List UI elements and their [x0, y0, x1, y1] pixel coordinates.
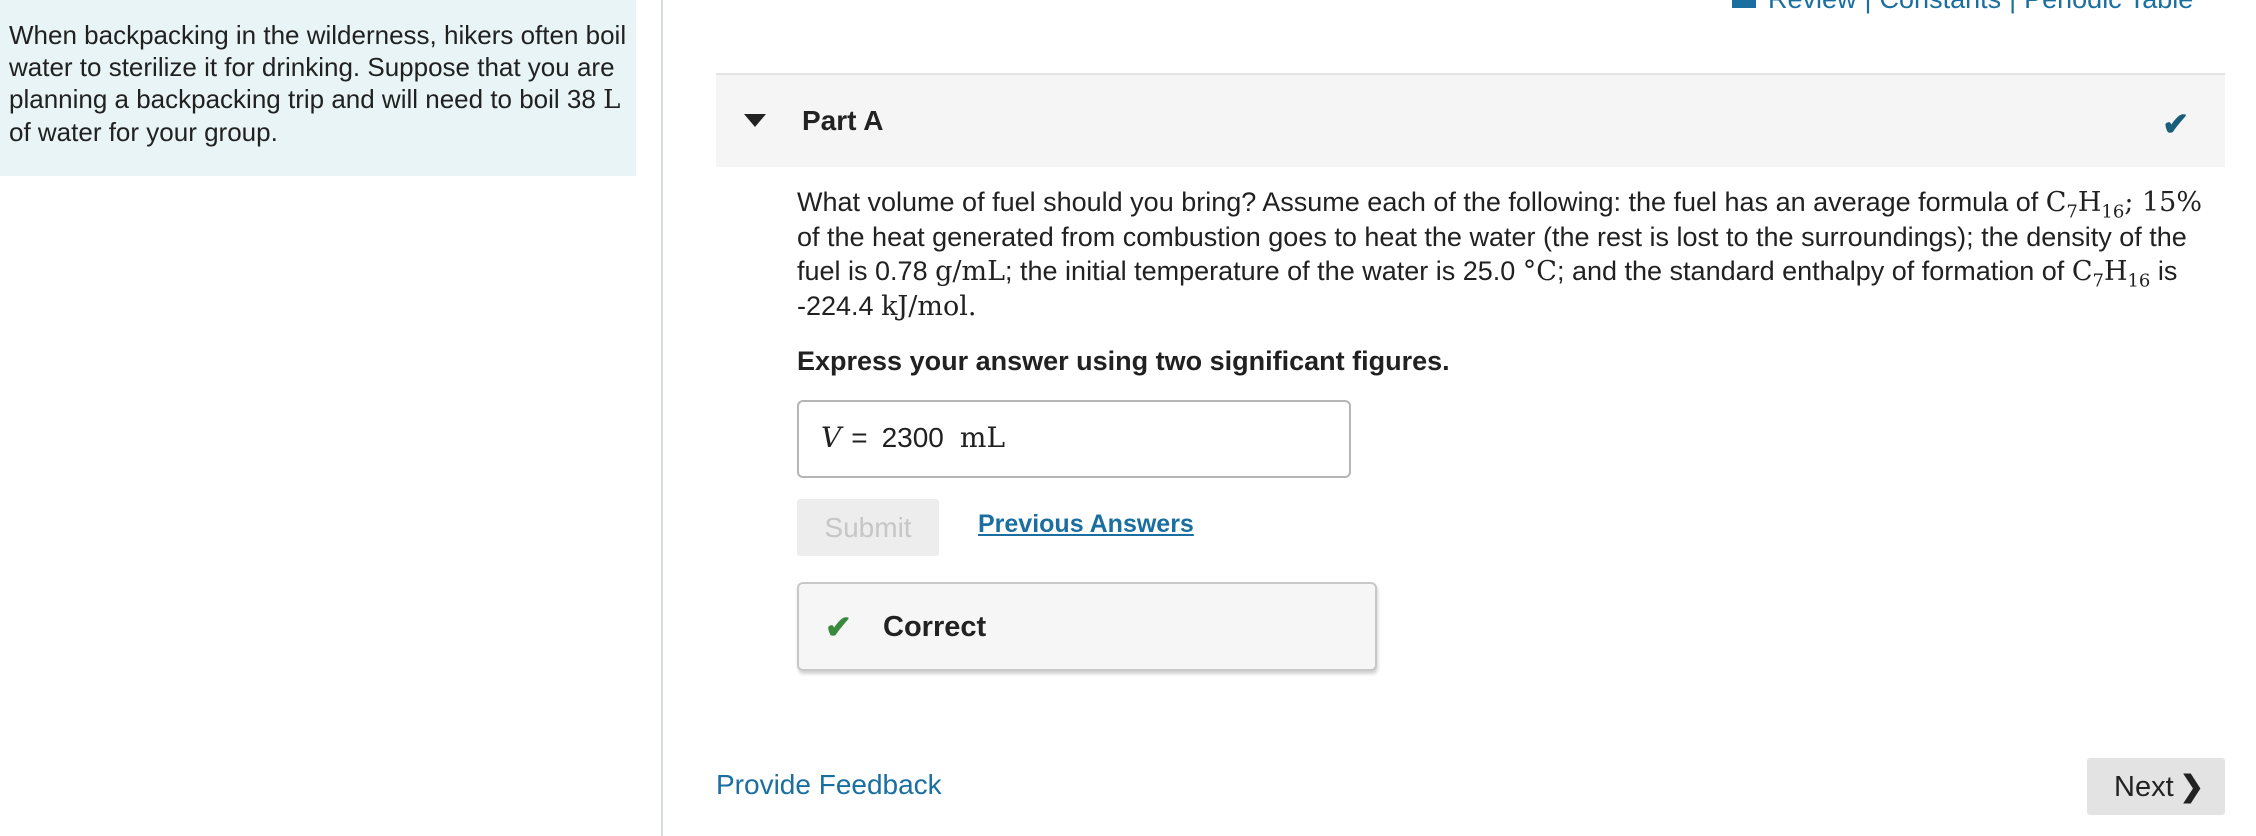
enthalpy-unit: kJ/mol: [881, 291, 968, 322]
formula-hydrogen: H: [2077, 187, 2102, 218]
formula-carbon-subscript: 7: [2092, 270, 2104, 292]
constants-link[interactable]: Constants: [1880, 0, 2002, 14]
answer-variable: V: [821, 421, 842, 454]
question-segment: ; and the standard enthalpy of formation…: [1556, 256, 2072, 286]
resource-separator: |: [1865, 0, 1872, 14]
periodic-table-link[interactable]: Periodic Table: [2024, 0, 2193, 14]
page: When backpacking in the wilderness, hike…: [0, 0, 2256, 836]
density-unit: g/mL: [935, 256, 1006, 287]
answer-equals: =: [851, 422, 868, 453]
percent-sign: %: [2176, 187, 2203, 218]
next-label: Next: [2114, 771, 2174, 803]
fuel-formula: C7H16: [2071, 256, 2151, 290]
temperature-unit: °C: [1522, 256, 1557, 287]
answer-field[interactable]: V = 2300 mL: [797, 400, 1351, 478]
review-link[interactable]: Review: [1768, 0, 1857, 14]
question-segment: .: [967, 291, 977, 322]
intro-unit: L: [603, 85, 621, 115]
answer-unit: mL: [959, 421, 1006, 454]
chevron-right-icon: ❯: [2179, 771, 2204, 803]
next-button[interactable]: Next ❯: [2087, 758, 2225, 815]
correct-feedback-card: ✔ Correct: [797, 582, 1377, 671]
part-title: Part A: [802, 105, 884, 136]
part-a-header[interactable]: Part A ✔: [716, 75, 2225, 167]
resource-links: Review | Constants | Periodic Table: [1732, 0, 2193, 15]
question-segment: What volume of fuel should you bring? As…: [797, 187, 2046, 217]
caret-down-icon[interactable]: [744, 114, 766, 127]
formula-hydrogen-subscript: 16: [2101, 201, 2125, 223]
formula-carbon: C: [2045, 187, 2067, 218]
question-text: What volume of fuel should you bring? As…: [797, 185, 2207, 324]
book-icon: [1732, 0, 1756, 8]
intro-text-after: of water for your group.: [9, 117, 278, 147]
fuel-formula: C7H16: [2045, 187, 2125, 221]
formula-carbon: C: [2071, 256, 2093, 287]
check-icon: ✔: [825, 609, 852, 645]
previous-answers-link[interactable]: Previous Answers: [978, 510, 1194, 539]
answer-value[interactable]: 2300: [882, 422, 944, 453]
answer-instruction: Express your answer using two significan…: [797, 346, 1450, 376]
formula-carbon-subscript: 7: [2066, 201, 2078, 223]
question-segment: ; the initial temperature of the water i…: [1005, 256, 1523, 286]
intro-text-before: When backpacking in the wilderness, hike…: [9, 20, 627, 114]
question-segment: ; 15: [2124, 187, 2177, 218]
resource-separator: |: [2009, 0, 2016, 14]
provide-feedback-link[interactable]: Provide Feedback: [716, 769, 942, 801]
check-icon: ✔: [2162, 106, 2189, 142]
submit-button[interactable]: Submit: [797, 499, 939, 556]
formula-hydrogen: H: [2103, 256, 2128, 287]
formula-hydrogen-subscript: 16: [2127, 270, 2151, 292]
correct-label: Correct: [883, 611, 987, 643]
intro-panel: When backpacking in the wilderness, hike…: [0, 0, 636, 176]
column-divider: [661, 0, 663, 836]
